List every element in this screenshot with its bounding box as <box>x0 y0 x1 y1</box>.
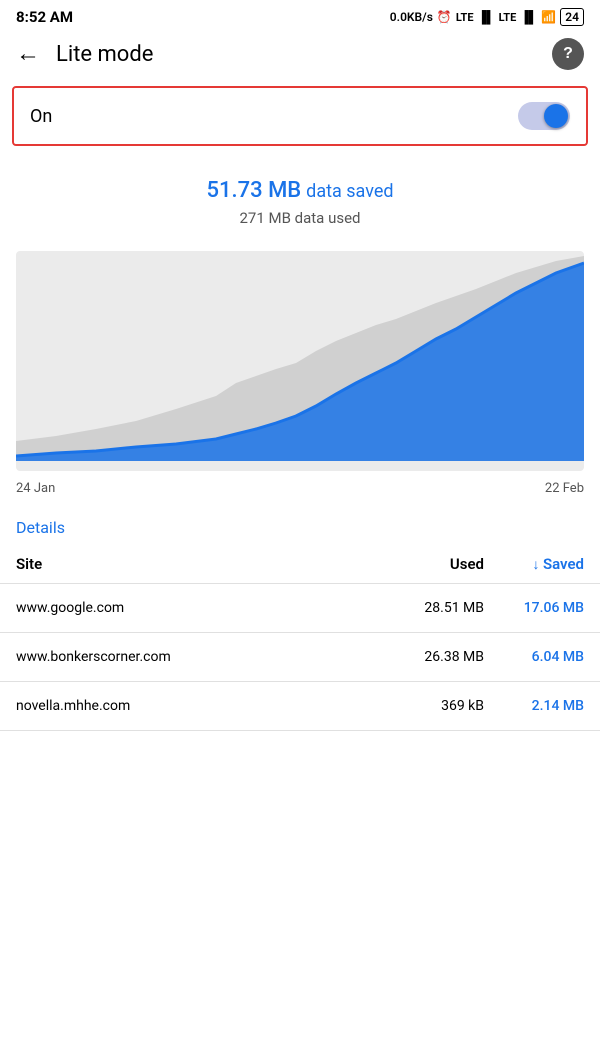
app-bar: ← Lite mode ? <box>0 30 600 78</box>
saved-header-text: Saved <box>543 555 584 573</box>
battery-level: 24 <box>560 8 584 26</box>
col-header-used: Used <box>384 555 484 573</box>
col-header-saved: ↓ Saved <box>484 555 584 573</box>
cell-used: 26.38 MB <box>384 649 484 665</box>
data-saved-amount: 51.73 MB <box>206 178 301 203</box>
chart-svg <box>16 251 584 471</box>
data-chart <box>16 251 584 471</box>
signal-icon1: ▐▌ <box>478 10 495 24</box>
chart-end-date: 22 Feb <box>545 481 584 496</box>
table-rows: www.google.com 28.51 MB 17.06 MB www.bon… <box>0 584 600 731</box>
page-title: Lite mode <box>56 42 552 67</box>
chart-labels: 24 Jan 22 Feb <box>0 475 600 502</box>
data-used-line: 271 MB data used <box>16 209 584 227</box>
toggle-track <box>518 102 570 130</box>
chart-start-date: 24 Jan <box>16 481 55 496</box>
status-bar: 8:52 AM 0.0KB/s ⏰ LTE ▐▌ LTE ▐▌ 📶 24 <box>0 0 600 30</box>
cell-site: www.bonkerscorner.com <box>16 649 384 665</box>
wifi-icon: 📶 <box>541 10 556 24</box>
cell-used: 28.51 MB <box>384 600 484 616</box>
table-header: Site Used ↓ Saved <box>0 545 600 584</box>
cell-saved: 6.04 MB <box>484 649 584 665</box>
toggle-switch[interactable] <box>518 102 570 130</box>
network-speed: 0.0KB/s <box>390 10 433 24</box>
cell-site: www.google.com <box>16 600 384 616</box>
lte2-icon: LTE <box>499 11 517 24</box>
help-button[interactable]: ? <box>552 38 584 70</box>
details-link[interactable]: Details <box>0 502 600 545</box>
cell-saved: 17.06 MB <box>484 600 584 616</box>
lte-icon: LTE <box>456 11 474 24</box>
cell-saved: 2.14 MB <box>484 698 584 714</box>
cell-used: 369 kB <box>384 698 484 714</box>
toggle-thumb <box>544 104 568 128</box>
col-header-site: Site <box>16 555 384 573</box>
cell-site: novella.mhhe.com <box>16 698 384 714</box>
lite-mode-toggle-row[interactable]: On <box>12 86 588 146</box>
data-saved-text: data saved <box>306 181 393 202</box>
signal-icon2: ▐▌ <box>520 10 537 24</box>
status-time: 8:52 AM <box>16 8 73 26</box>
table-row: novella.mhhe.com 369 kB 2.14 MB <box>0 682 600 731</box>
toggle-label: On <box>30 106 52 127</box>
table-row: www.google.com 28.51 MB 17.06 MB <box>0 584 600 633</box>
alarm-icon: ⏰ <box>437 10 452 24</box>
status-icons: 0.0KB/s ⏰ LTE ▐▌ LTE ▐▌ 📶 24 <box>390 8 584 26</box>
data-summary: 51.73 MB data saved 271 MB data used <box>0 154 600 243</box>
table-row: www.bonkerscorner.com 26.38 MB 6.04 MB <box>0 633 600 682</box>
data-saved-line: 51.73 MB data saved <box>16 178 584 203</box>
down-arrow-icon: ↓ <box>532 557 542 573</box>
back-button[interactable]: ← <box>16 42 40 66</box>
